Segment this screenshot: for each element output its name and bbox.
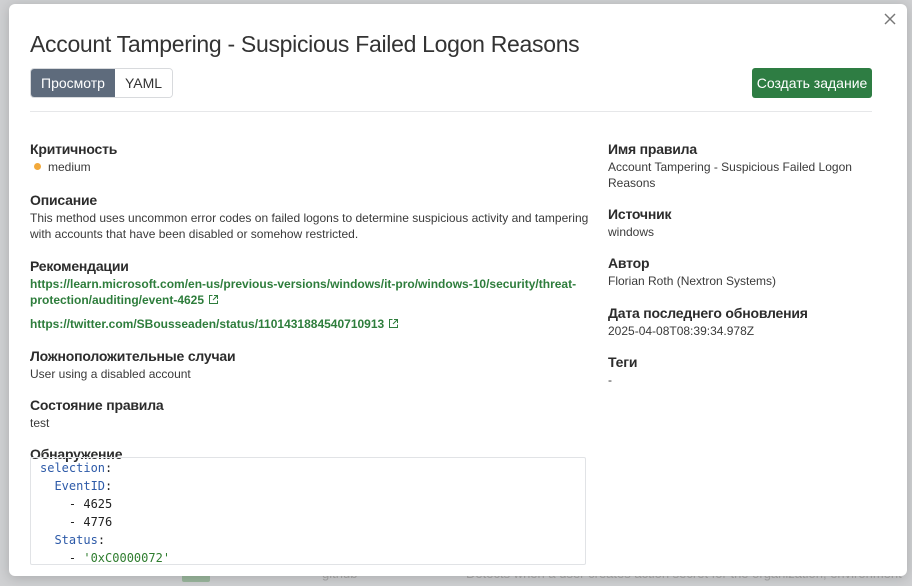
author-section: Автор Florian Roth (Nextron Systems) [608,255,898,289]
tags-title: Теги [608,354,638,370]
severity-dot-icon [34,163,41,170]
false-positives-title: Ложноположительные случаи [30,348,236,364]
source-value: windows [608,225,655,239]
severity-title: Критичность [30,141,118,157]
author-title: Автор [608,255,650,271]
author-value: Florian Roth (Nextron Systems) [608,274,777,288]
code-key: EventID [54,479,106,493]
reference-link-2[interactable]: https://twitter.com/SBousseaden/status/1… [30,316,590,333]
tab-preview[interactable]: Просмотр [31,69,115,97]
code-key: Status [54,533,98,547]
references-section: Рекомендации https://learn.microsoft.com… [30,258,590,333]
rule-status-section: Состояние правила test [30,397,590,431]
rule-details-modal: Account Tampering - Suspicious Failed Lo… [9,4,907,576]
references-title: Рекомендации [30,258,129,274]
detection-code-block[interactable]: selection: EventID: - 4625 - 4776 Status… [30,457,586,565]
close-icon[interactable] [881,10,899,28]
severity-value: medium [48,160,91,174]
last-updated-section: Дата последнего обновления 2025-04-08T08… [608,305,898,339]
left-column: Критичность medium Описание This method … [30,141,590,462]
reference-link-1[interactable]: https://learn.microsoft.com/en-us/previo… [30,276,590,309]
severity-section: Критичность medium [30,141,590,175]
rule-name-value: Account Tampering - Suspicious Failed Lo… [608,160,852,190]
description-section: Описание This method uses uncommon error… [30,192,590,242]
code-line: Status: [54,533,106,547]
create-task-button[interactable]: Создать задание [752,68,872,98]
code-string: '0xC0000072' [83,551,171,565]
modal-title: Account Tampering - Suspicious Failed Lo… [30,31,580,57]
last-updated-title: Дата последнего обновления [608,305,808,321]
reference-link-text[interactable]: protection/auditing/event-4625 [30,293,204,307]
code-key: selection [40,461,106,475]
reference-link-text[interactable]: https://twitter.com/SBousseaden/status/1… [30,317,384,331]
code-line: EventID: [54,479,113,493]
view-mode-toggle: Просмотр YAML [30,68,174,98]
code-line: - 4625 [68,497,113,511]
code-line: - '0xC0000072' [68,551,171,565]
tab-yaml[interactable]: YAML [114,69,173,97]
header-divider [30,111,872,112]
rule-status-value: test [30,416,50,430]
rule-name-section: Имя правила Account Tampering - Suspicio… [608,141,898,191]
tags-value: - [608,373,612,387]
source-section: Источник windows [608,206,898,240]
source-title: Источник [608,206,672,222]
tags-section: Теги - [608,354,898,388]
rule-status-title: Состояние правила [30,397,164,413]
external-link-icon[interactable] [388,317,399,333]
last-updated-value: 2025-04-08T08:39:34.978Z [608,324,755,338]
code-line: selection: [40,461,113,475]
description-line: This method uses uncommon error codes on… [30,211,589,225]
code-line: - 4776 [68,515,113,529]
right-column: Имя правила Account Tampering - Suspicio… [608,141,898,388]
description-line: with accounts that have been disabled or… [30,227,359,241]
description-title: Описание [30,192,97,208]
false-positives-value: User using a disabled account [30,367,191,381]
rule-name-title: Имя правила [608,141,697,157]
false-positives-section: Ложноположительные случаи User using a d… [30,348,590,382]
external-link-icon[interactable] [208,293,219,309]
reference-link-text[interactable]: https://learn.microsoft.com/en-us/previo… [30,276,590,292]
